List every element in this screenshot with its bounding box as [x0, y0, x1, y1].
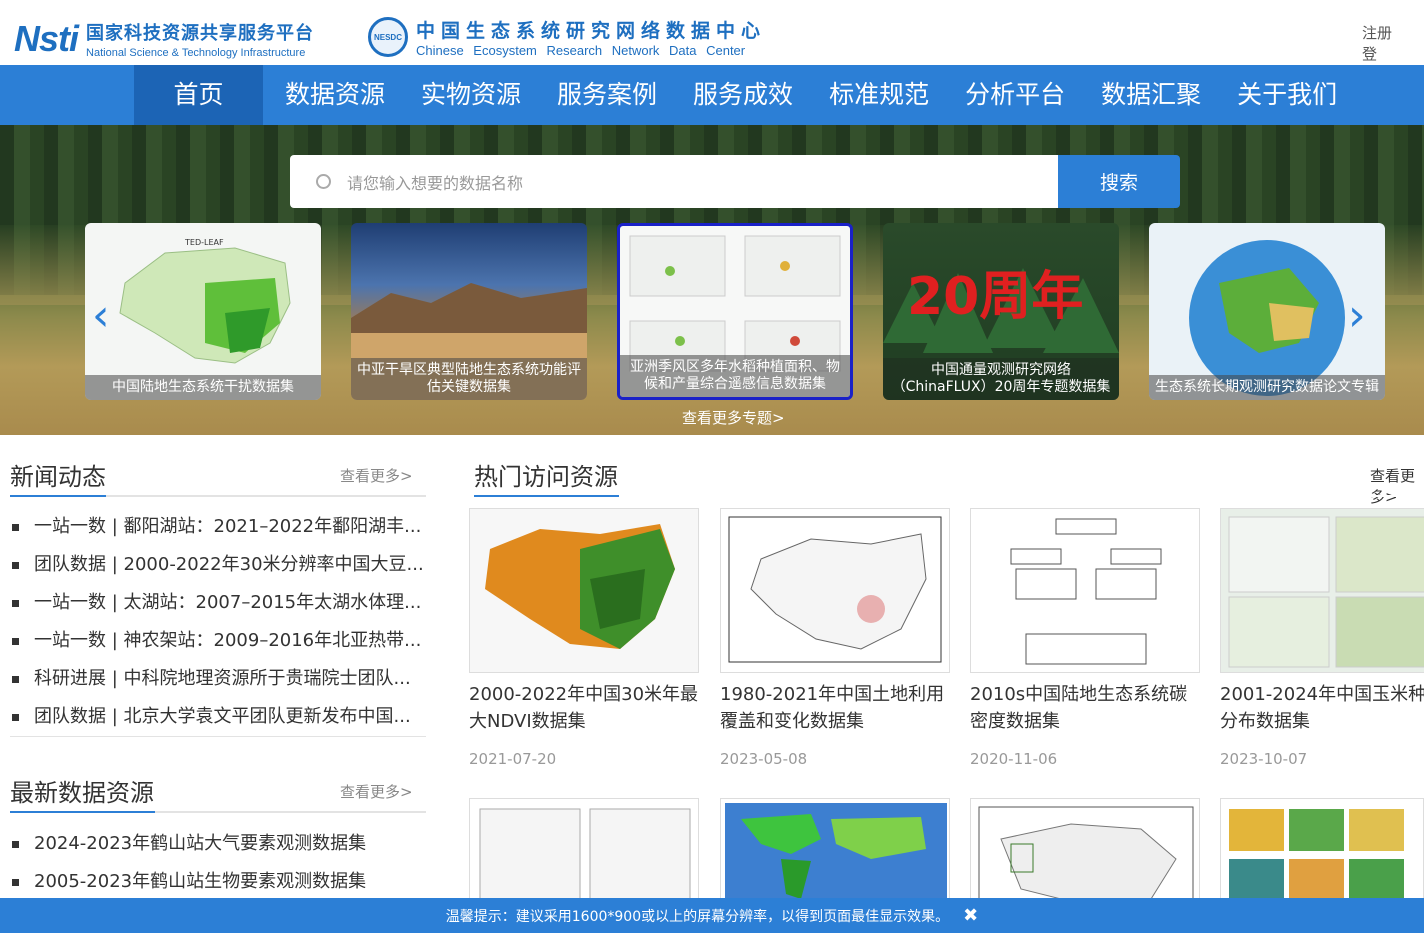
resource-card-thumbnail[interactable]	[1220, 798, 1424, 908]
maize-map-thumbnail	[1220, 508, 1424, 673]
resource-card[interactable]: 2000-2022年中国30米年最大NDVI数据集 2021-07-20	[469, 508, 699, 768]
resolution-tip-bar: 温馨提示：建议采用1600*900或以上的屏幕分辨率，以得到页面最佳显示效果。 …	[0, 898, 1424, 933]
topic-caption: 生态系统长期观测研究数据论文专辑	[1149, 375, 1385, 400]
news-list: 一站一数 | 鄱阳湖站：2021–2022年鄱阳湖丰... 团队数据 | 200…	[12, 508, 422, 736]
resource-date: 2020-11-06	[970, 750, 1058, 768]
landuse-map-thumbnail	[720, 508, 950, 673]
topic-card-disturbance[interactable]: TED-LEAF 中国陆地生态系统干扰数据集	[85, 223, 321, 400]
news-more-link[interactable]: 查看更多>	[340, 465, 413, 486]
resource-title[interactable]: 1980-2021年中国土地利用覆盖和变化数据集	[720, 681, 950, 735]
resource-date: 2023-10-07	[1220, 750, 1308, 768]
news-item[interactable]: 团队数据 | 2000-2022年30米分辨率中国大豆...	[12, 546, 422, 584]
nav-service-results[interactable]: 服务成效	[675, 65, 811, 125]
carbon-density-diagram-thumbnail	[970, 508, 1200, 673]
news-item[interactable]: 一站一数 | 太湖站：2007–2015年太湖水体理...	[12, 584, 422, 622]
nesdc-badge-icon: NESDC	[368, 17, 408, 57]
nav-service-cases[interactable]: 服务案例	[539, 65, 675, 125]
nsti-logo-mark: Nsti	[14, 18, 79, 59]
search-input[interactable]: 请您输入想要的数据名称	[290, 155, 1058, 208]
topic-card-central-asia[interactable]: 中亚干旱区典型陆地生态系统功能评估关键数据集	[351, 223, 587, 400]
resource-title[interactable]: 2000-2022年中国30米年最大NDVI数据集	[469, 681, 699, 735]
topic-card-asia-rice[interactable]: 亚洲季风区多年水稻种植面积、物候和产量综合遥感信息数据集	[617, 223, 853, 400]
auth-links: 注册登	[1362, 22, 1424, 64]
carousel-prev-icon[interactable]: ‹	[92, 290, 110, 341]
topic-card-chinaflux[interactable]: 20周年 中国通量观测研究网络（ChinaFLUX）20周年专题数据集	[883, 223, 1119, 400]
news-item[interactable]: 一站一数 | 鄱阳湖站：2021–2022年鄱阳湖丰...	[12, 508, 422, 546]
nesdc-logo[interactable]: NESDC 中国生态系统研究网络数据中心 Chinese Ecosystem R…	[368, 16, 766, 58]
anniversary-title: 20周年	[907, 267, 1084, 327]
register-link[interactable]: 注册	[1362, 24, 1392, 42]
nesdc-logo-en: Chinese Ecosystem Research Network Data …	[416, 43, 746, 58]
nav-data-resources[interactable]: 数据资源	[263, 65, 403, 125]
latest-item[interactable]: 2005-2023年鹤山站生物要素观测数据集	[12, 863, 422, 901]
resource-card[interactable]: 2001-2024年中国玉米种植分布数据集 2023-10-07	[1220, 508, 1424, 768]
hot-more-link[interactable]: 查看更多>	[1370, 465, 1424, 507]
china-disturbance-map: TED-LEAF	[119, 238, 291, 364]
more-topics-link[interactable]: 查看更多专题>	[682, 407, 785, 428]
main-nav: 首页 数据资源 实物资源 服务案例 服务成效 标准规范 分析平台 数据汇聚 关于…	[0, 65, 1424, 125]
topic-caption: 中亚干旱区典型陆地生态系统功能评估关键数据集	[351, 358, 587, 400]
resource-date: 2021-07-20	[469, 750, 557, 768]
nsti-logo-cn: 国家科技资源共享服务平台	[86, 23, 315, 44]
topic-caption: 中国陆地生态系统干扰数据集	[85, 375, 321, 400]
tip-text: 温馨提示：建议采用1600*900或以上的屏幕分辨率，以得到页面最佳显示效果。	[445, 908, 950, 925]
topic-caption: 中国通量观测研究网络（ChinaFLUX）20周年专题数据集	[883, 358, 1119, 400]
search-bar: 请您输入想要的数据名称 搜索	[290, 155, 1180, 208]
nsti-logo-en: National Science & Technology Infrastruc…	[86, 47, 306, 59]
header: Nsti 国家科技资源共享服务平台 National Science & Tec…	[0, 0, 1424, 65]
nav-about-us[interactable]: 关于我们	[1219, 65, 1355, 125]
news-item[interactable]: 团队数据 | 北京大学袁文平团队更新发布中国...	[12, 698, 422, 736]
latest-more-link[interactable]: 查看更多>	[340, 781, 413, 802]
resource-card-thumbnail[interactable]	[720, 798, 950, 908]
resource-card[interactable]: 2010s中国陆地生态系统碳密度数据集 2020-11-06	[970, 508, 1200, 768]
news-item[interactable]: 科研进展 | 中科院地理资源所于贵瑞院士团队...	[12, 660, 422, 698]
svg-text:TED-LEAF: TED-LEAF	[184, 238, 224, 247]
nav-data-aggregation[interactable]: 数据汇聚	[1083, 65, 1219, 125]
latest-list: 2024-2023年鹤山站大气要素观测数据集 2005-2023年鹤山站生物要素…	[12, 825, 422, 901]
resource-title[interactable]: 2001-2024年中国玉米种植分布数据集	[1220, 681, 1424, 735]
search-icon	[316, 174, 331, 189]
resource-title[interactable]: 2010s中国陆地生态系统碳密度数据集	[970, 681, 1200, 735]
search-placeholder: 请您输入想要的数据名称	[347, 173, 524, 193]
ndvi-map-thumbnail	[469, 508, 699, 673]
resource-card[interactable]: 1980-2021年中国土地利用覆盖和变化数据集 2023-05-08	[720, 508, 950, 768]
nav-physical-resources[interactable]: 实物资源	[403, 65, 539, 125]
news-title: 新闻动态	[10, 463, 106, 491]
carousel-next-icon[interactable]: ›	[1348, 290, 1366, 341]
close-icon[interactable]: ✖	[963, 905, 978, 926]
resource-card-thumbnail[interactable]	[970, 798, 1200, 908]
nav-standards[interactable]: 标准规范	[811, 65, 947, 125]
login-link[interactable]: 登	[1362, 45, 1377, 63]
nav-analysis-platform[interactable]: 分析平台	[947, 65, 1083, 125]
hero-banner: 请您输入想要的数据名称 搜索 TED-LEAF 中国陆地生态系统干扰数据集 中亚…	[0, 125, 1424, 435]
resource-card-thumbnail[interactable]	[469, 798, 699, 908]
topic-caption: 亚洲季风区多年水稻种植面积、物候和产量综合遥感信息数据集	[620, 355, 850, 397]
nsti-logo[interactable]: Nsti 国家科技资源共享服务平台 National Science & Tec…	[14, 18, 314, 60]
latest-title: 最新数据资源	[10, 779, 154, 807]
resource-date: 2023-05-08	[720, 750, 808, 768]
news-item[interactable]: 一站一数 | 神农架站：2009–2016年北亚热带...	[12, 622, 422, 660]
nav-home[interactable]: 首页	[134, 65, 263, 125]
hot-title: 热门访问资源	[474, 463, 618, 491]
nesdc-logo-cn: 中国生态系统研究网络数据中心	[416, 20, 767, 42]
latest-item[interactable]: 2024-2023年鹤山站大气要素观测数据集	[12, 825, 422, 863]
search-button[interactable]: 搜索	[1058, 155, 1180, 208]
